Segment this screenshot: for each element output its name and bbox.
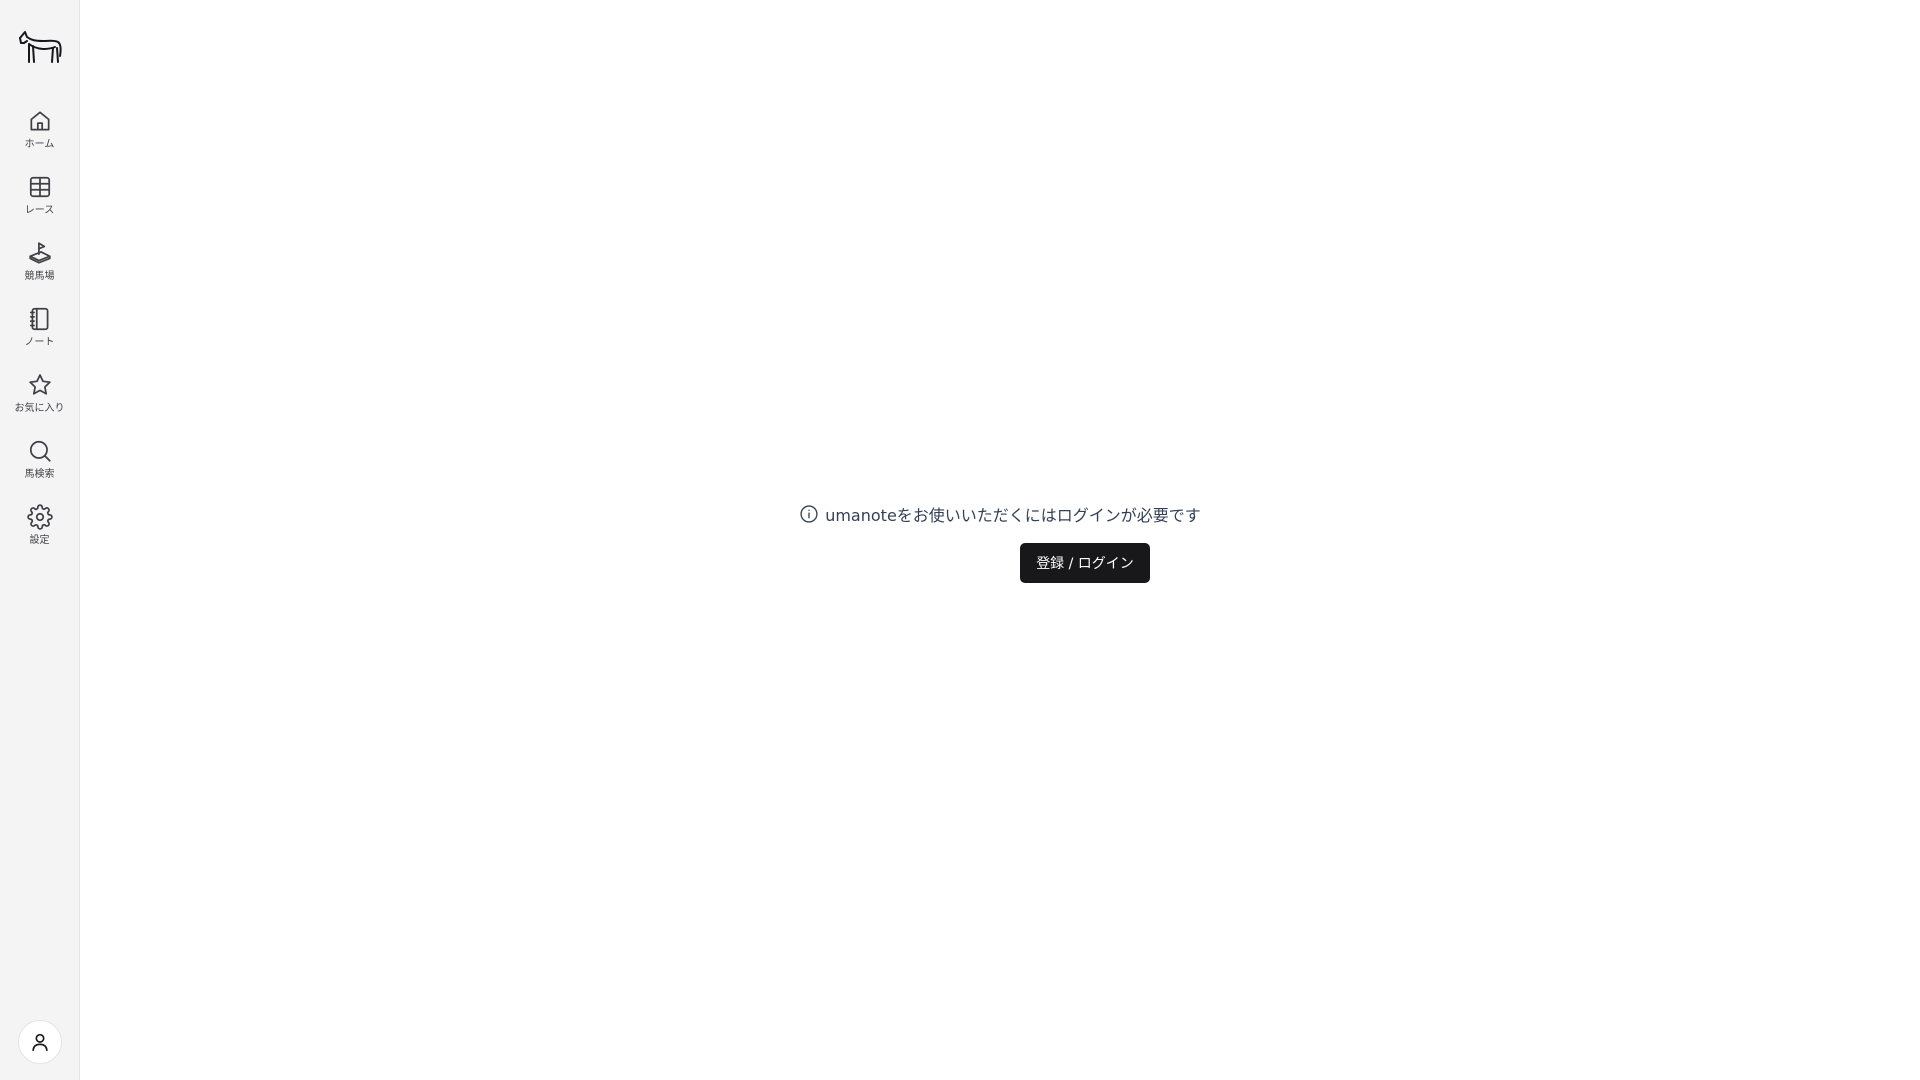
horse-logo-icon[interactable] <box>16 24 64 72</box>
sidebar-item-favorites[interactable]: お気に入り <box>0 366 80 432</box>
notebook-icon <box>29 307 48 331</box>
sidebar-item-label: お気に入り <box>14 403 65 414</box>
sidebar-item-notes[interactable]: ノート <box>0 300 80 366</box>
sidebar-item-home[interactable]: ホーム <box>0 102 80 168</box>
star-icon <box>28 374 51 395</box>
sidebar-item-horse-search[interactable]: 馬検索 <box>0 432 80 498</box>
sidebar: ホーム レース 競馬場 ノート お気に入り 馬検索 設定 <box>0 0 80 1080</box>
info-icon <box>800 505 818 523</box>
sidebar-item-races[interactable]: レース <box>0 168 80 234</box>
notice-text: umanoteをお使いいただくにはログインが必要です <box>825 506 1201 525</box>
account-button[interactable] <box>18 1020 62 1064</box>
sidebar-item-label: 設定 <box>29 535 50 546</box>
user-icon <box>32 1033 48 1052</box>
register-login-button[interactable]: 登録 / ログイン <box>1020 543 1150 583</box>
login-required-notice: umanoteをお使いいただくにはログインが必要です <box>80 502 1920 526</box>
racecourse-icon <box>28 242 51 264</box>
sidebar-item-label: レース <box>24 205 55 216</box>
sidebar-item-label: ノート <box>24 337 55 348</box>
sidebar-nav: ホーム レース 競馬場 ノート お気に入り 馬検索 設定 <box>0 102 80 564</box>
main-content: umanoteをお使いいただくにはログインが必要です 登録 / ログイン <box>80 0 1920 1080</box>
sidebar-item-settings[interactable]: 設定 <box>0 498 80 564</box>
home-icon <box>29 111 50 131</box>
search-icon <box>29 440 51 462</box>
app-window: ホーム レース 競馬場 ノート お気に入り 馬検索 設定 umanoteをお使い… <box>0 0 1920 1080</box>
sidebar-item-label: 競馬場 <box>24 271 55 282</box>
gear-icon <box>26 504 53 530</box>
sidebar-item-label: ホーム <box>24 139 55 150</box>
table-icon <box>29 176 50 198</box>
sidebar-item-label: 馬検索 <box>24 469 55 480</box>
sidebar-item-racecourse[interactable]: 競馬場 <box>0 234 80 300</box>
